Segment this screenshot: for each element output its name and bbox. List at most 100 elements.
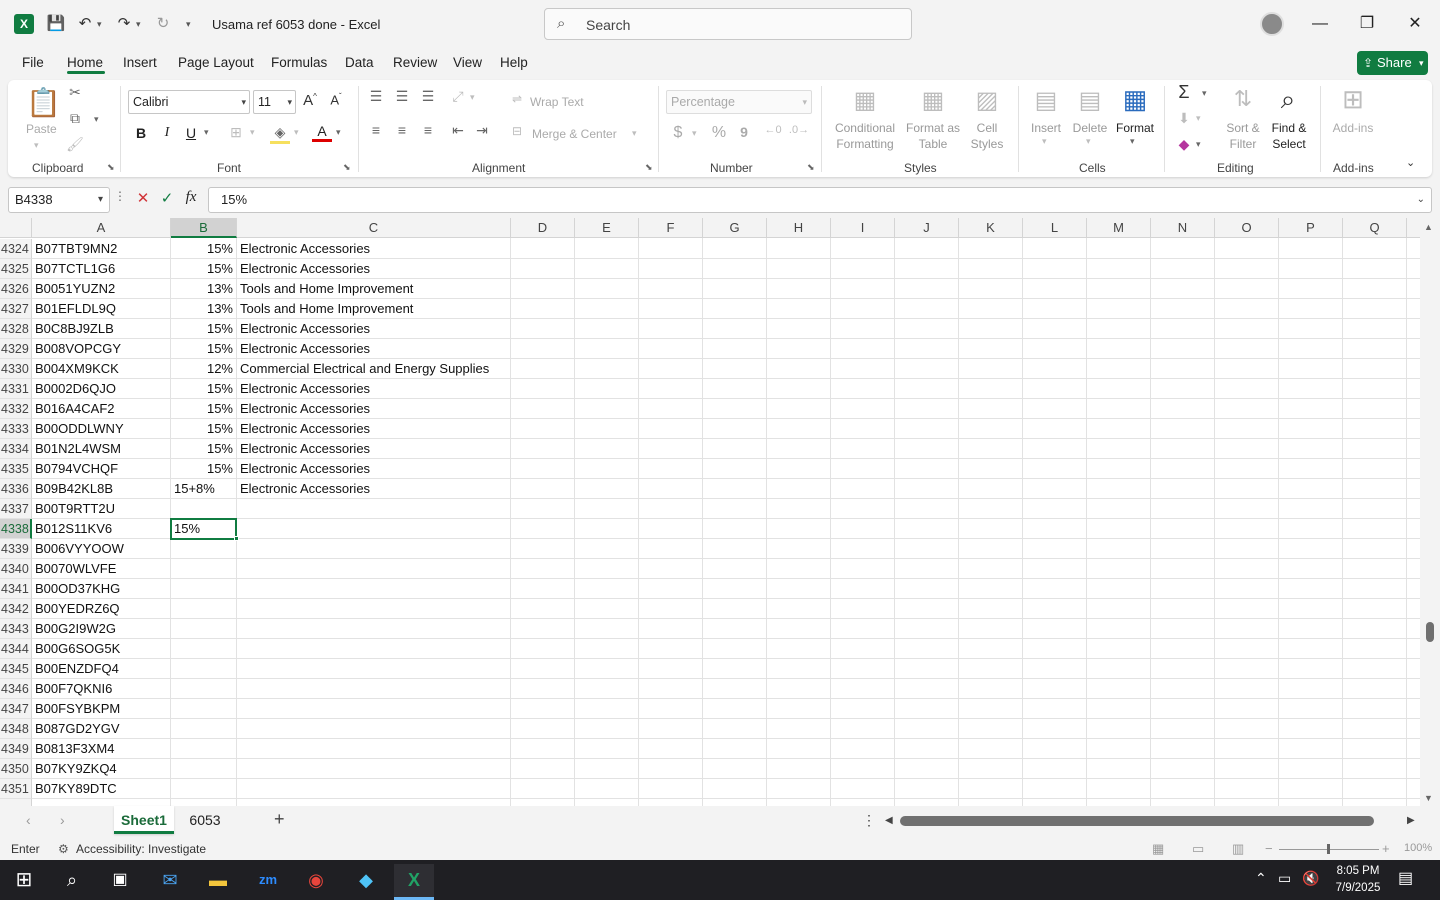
cell-a[interactable]: B0002D6QJO — [32, 379, 171, 399]
cell-b[interactable]: 15% — [171, 419, 237, 439]
align-center-icon[interactable]: ≡ — [392, 122, 412, 138]
row-header[interactable]: 4333 — [0, 419, 32, 439]
column-header-e[interactable]: E — [575, 218, 639, 238]
insert-function-icon[interactable]: fx — [181, 189, 201, 206]
cell-a[interactable]: B07KY9ZKQ4 — [32, 759, 171, 779]
cell-c[interactable]: Electronic Accessories — [237, 399, 511, 419]
accessibility-status[interactable]: Accessibility: Investigate — [76, 842, 206, 856]
row-header[interactable]: 4343 — [0, 619, 32, 639]
column-header-q[interactable]: Q — [1343, 218, 1407, 238]
column-header-k[interactable]: K — [959, 218, 1023, 238]
row-header[interactable]: 4336 — [0, 479, 32, 499]
delete-dropdown-icon[interactable]: ▾ — [1086, 136, 1091, 147]
zoom-app-icon[interactable]: zm — [248, 864, 288, 900]
tab-view[interactable]: View — [453, 55, 482, 70]
row-header[interactable]: 4326 — [0, 279, 32, 299]
volume-muted-icon[interactable]: 🔇 — [1302, 870, 1319, 887]
tab-page-layout[interactable]: Page Layout — [178, 55, 254, 70]
cell-a[interactable]: B016A4CAF2 — [32, 399, 171, 419]
copy-icon[interactable]: ⧉ — [66, 110, 84, 127]
row-header[interactable]: 4334 — [0, 439, 32, 459]
cell-b[interactable]: 13% — [171, 279, 237, 299]
cell-a[interactable]: B0051YUZN2 — [32, 279, 171, 299]
undo-dropdown-icon[interactable]: ▾ — [97, 13, 102, 35]
paste-dropdown-icon[interactable]: ▾ — [34, 140, 39, 151]
row-header[interactable]: 4339 — [0, 539, 32, 559]
search-icon[interactable]: ⌕ — [52, 864, 92, 900]
sheet-tab-6053[interactable]: 6053 — [180, 806, 230, 834]
column-header-n[interactable]: N — [1151, 218, 1215, 238]
cell-a[interactable]: B00G2I9W2G — [32, 619, 171, 639]
row-header[interactable]: 4346 — [0, 679, 32, 699]
sort-filter-button[interactable]: Sort & Filter — [1220, 120, 1266, 152]
clipboard-launcher-icon[interactable]: ⬊ — [107, 162, 115, 173]
row-header[interactable]: 4331 — [0, 379, 32, 399]
share-button[interactable]: ⇪ Share ▾ — [1357, 51, 1428, 75]
row-header[interactable]: 4325 — [0, 259, 32, 279]
vertical-scrollbar[interactable]: ▲ ▼ — [1420, 218, 1440, 806]
percent-style-button[interactable]: % — [708, 124, 730, 142]
row-header[interactable]: 4328 — [0, 319, 32, 339]
paste-icon[interactable]: 📋 — [26, 86, 61, 119]
row-header[interactable]: 4349 — [0, 739, 32, 759]
font-launcher-icon[interactable]: ⬊ — [343, 162, 351, 173]
cell-c[interactable]: Electronic Accessories — [237, 259, 511, 279]
middle-align-icon[interactable]: ☰ — [392, 88, 412, 105]
format-dropdown-icon[interactable]: ▾ — [1130, 136, 1135, 147]
number-format-select[interactable]: Percentage ▾ — [666, 90, 812, 114]
row-header[interactable]: 4347 — [0, 699, 32, 719]
wrap-text-button[interactable]: Wrap Text — [530, 95, 584, 109]
font-size-select[interactable]: 11 ▾ — [253, 90, 296, 114]
fill-handle[interactable] — [234, 536, 239, 541]
cell-a[interactable]: B087GD2YGV — [32, 719, 171, 739]
cell-a[interactable]: B01N2L4WSM — [32, 439, 171, 459]
add-sheet-icon[interactable]: + — [274, 809, 285, 830]
cut-icon[interactable]: ✂ — [66, 84, 84, 101]
fill-color-icon[interactable]: ◈ — [270, 124, 290, 144]
row-header[interactable]: 4340 — [0, 559, 32, 579]
more-options-icon[interactable]: ⋮ — [862, 812, 876, 829]
cell-c[interactable]: Electronic Accessories — [237, 479, 511, 499]
bold-button[interactable]: B — [132, 125, 150, 141]
spreadsheet-grid[interactable]: ABCDEFGHIJKLMNOPQ 4324 B07TBT9MN2 15% Elect… — [0, 218, 1420, 806]
number-launcher-icon[interactable]: ⬊ — [807, 162, 815, 173]
redo-dropdown-icon[interactable]: ▾ — [136, 13, 141, 35]
row-header[interactable]: 4338 — [0, 519, 32, 539]
chrome-icon[interactable]: ◉ — [296, 864, 336, 900]
format-cells-button[interactable]: Format — [1114, 121, 1156, 135]
cell-b[interactable]: 15% — [171, 379, 237, 399]
formula-input[interactable]: 15% ⌄ — [208, 187, 1432, 213]
scroll-up-icon[interactable]: ▲ — [1424, 222, 1433, 232]
cell-b[interactable]: 15% — [171, 339, 237, 359]
cell-a[interactable]: B00OD37KHG — [32, 579, 171, 599]
name-box[interactable]: B4338 ▾ — [8, 187, 110, 213]
next-sheet-icon[interactable]: › — [60, 812, 65, 828]
page-break-view-icon[interactable]: ▥ — [1232, 841, 1244, 857]
normal-view-icon[interactable]: ▦ — [1152, 841, 1164, 857]
cell-a[interactable]: B012S11KV6 — [32, 519, 171, 539]
excel-taskbar-icon[interactable]: X — [394, 864, 434, 900]
more-options-icon[interactable]: ⋮ — [110, 189, 130, 203]
borders-dropdown-icon[interactable]: ▾ — [250, 127, 255, 138]
cell-b[interactable]: 13% — [171, 299, 237, 319]
column-header-p[interactable]: P — [1279, 218, 1343, 238]
add-ins-button[interactable]: Add-ins — [1328, 121, 1378, 135]
zoom-level[interactable]: 100% — [1404, 842, 1432, 854]
column-header-h[interactable]: H — [767, 218, 831, 238]
row-header[interactable]: 4344 — [0, 639, 32, 659]
tab-review[interactable]: Review — [393, 55, 437, 70]
tab-data[interactable]: Data — [345, 55, 374, 70]
cell-b[interactable]: 15% — [171, 239, 237, 259]
cell-a[interactable]: B07TCTL1G6 — [32, 259, 171, 279]
confirm-entry-icon[interactable]: ✓ — [157, 189, 177, 207]
cell-a[interactable]: B0070WLVFE — [32, 559, 171, 579]
scroll-left-icon[interactable]: ◀ — [885, 815, 893, 826]
cell-a[interactable]: B00ODDLWNY — [32, 419, 171, 439]
row-header[interactable] — [0, 799, 32, 806]
show-hidden-icons-icon[interactable]: ⌃ — [1255, 870, 1267, 887]
decrease-indent-icon[interactable]: ⇤ — [448, 122, 468, 139]
align-left-icon[interactable]: ≡ — [366, 122, 386, 138]
row-header[interactable]: 4351 — [0, 779, 32, 799]
zoom-out-icon[interactable]: − — [1265, 841, 1273, 856]
format-painter-icon[interactable]: 🖌 — [66, 136, 84, 153]
